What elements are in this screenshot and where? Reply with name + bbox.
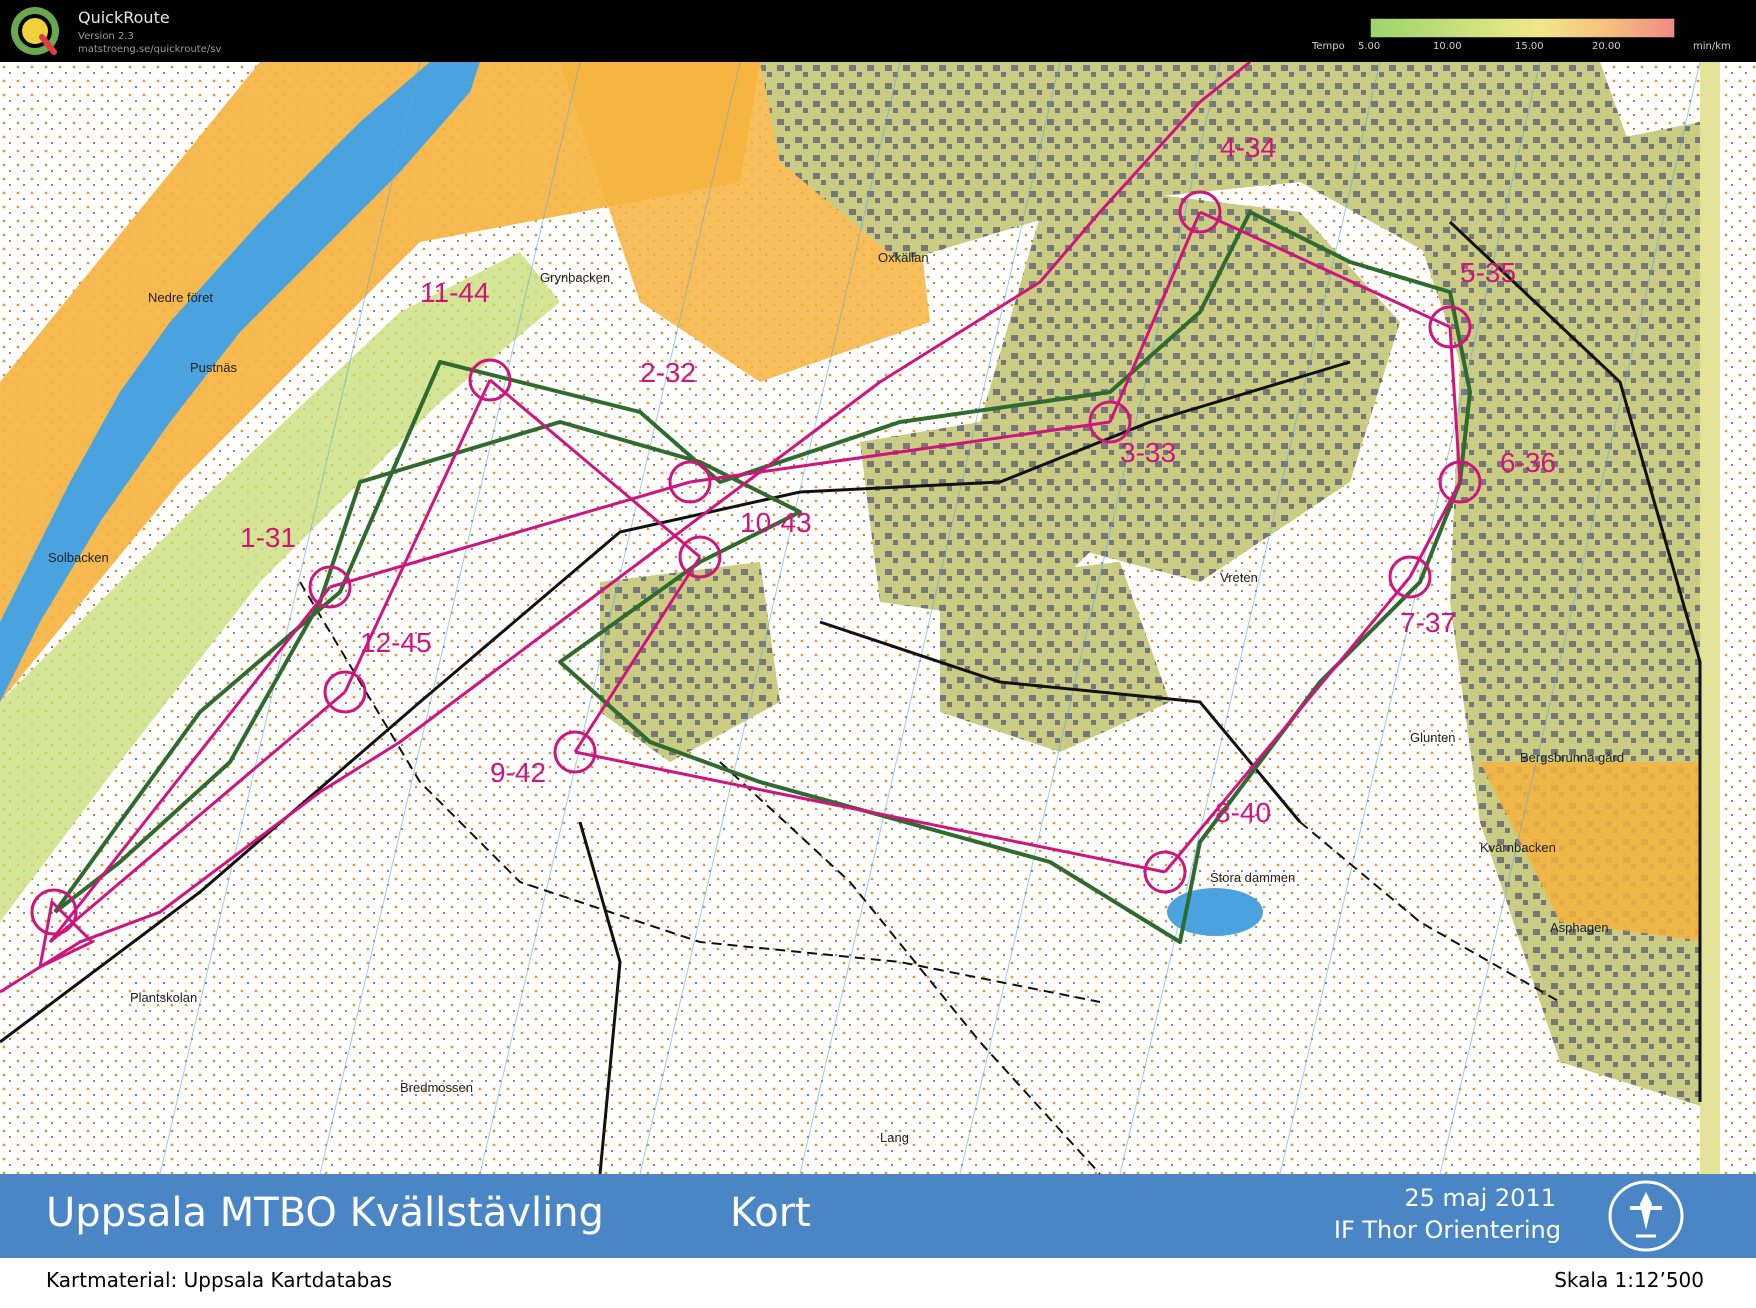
place-name: Pustnäs bbox=[190, 360, 237, 375]
organizer: IF Thor Orientering bbox=[1333, 1216, 1561, 1244]
place-name: Nedre föret bbox=[148, 290, 213, 305]
place-name: Vreten bbox=[1220, 570, 1258, 585]
control-label: 5-35 bbox=[1460, 257, 1516, 288]
place-name: Plantskolan bbox=[130, 990, 197, 1005]
app-url: matstroeng.se/quickroute/sv bbox=[78, 44, 222, 55]
tempo-color-scale bbox=[1370, 18, 1675, 38]
control-label: 12-45 bbox=[360, 627, 432, 658]
tempo-unit: min/km bbox=[1693, 41, 1731, 52]
place-name: Kvarnbacken bbox=[1480, 840, 1556, 855]
club-emblem-icon bbox=[1608, 1180, 1684, 1252]
quickroute-logo-icon bbox=[11, 7, 59, 55]
place-name: Lang bbox=[880, 1130, 909, 1145]
place-name: Glunten bbox=[1410, 730, 1456, 745]
control-label: 9-42 bbox=[490, 757, 546, 788]
control-label: 10-43 bbox=[740, 507, 812, 538]
title-banner: Uppsala MTBO Kvällstävling Kort 25 maj 2… bbox=[0, 1174, 1756, 1258]
place-name: Oxkällan bbox=[878, 250, 929, 265]
control-label: 3-33 bbox=[1120, 437, 1176, 468]
place-name: Stora dammen bbox=[1210, 870, 1295, 885]
place-name: Solbacken bbox=[48, 550, 109, 565]
control-label: 1-31 bbox=[240, 522, 296, 553]
tempo-tick: 15.00 bbox=[1515, 41, 1544, 52]
tempo-tick: 5.00 bbox=[1358, 41, 1381, 52]
app-title-bar: QuickRoute Version 2.3 matstroeng.se/qui… bbox=[0, 0, 1756, 62]
place-name: Bredmossen bbox=[400, 1080, 473, 1095]
tempo-tick: 10.00 bbox=[1433, 41, 1462, 52]
event-title: Uppsala MTBO Kvällstävling bbox=[46, 1190, 604, 1236]
event-date: 25 maj 2011 bbox=[1404, 1184, 1556, 1212]
place-name: Bergsbrunna gård bbox=[1520, 750, 1624, 765]
control-label: 2-32 bbox=[640, 357, 696, 388]
control-label: 8-40 bbox=[1215, 797, 1271, 828]
control-label: 7-37 bbox=[1400, 607, 1456, 638]
map-source: Kartmaterial: Uppsala Kartdatabas bbox=[46, 1268, 393, 1292]
tempo-tick: 20.00 bbox=[1592, 41, 1621, 52]
control-label: 6-36 bbox=[1500, 447, 1556, 478]
footer-bar: Kartmaterial: Uppsala Kartdatabas Skala … bbox=[0, 1258, 1756, 1308]
tempo-label: Tempo bbox=[1312, 41, 1345, 52]
app-version: Version 2.3 bbox=[78, 31, 134, 42]
control-label: 11-44 bbox=[420, 277, 490, 308]
course-name: Kort bbox=[730, 1190, 811, 1236]
map-scale: Skala 1:12’500 bbox=[1554, 1268, 1704, 1292]
place-name: Asphagen bbox=[1550, 920, 1609, 935]
orienteering-map[interactable]: 1-31 2-32 3-33 4-34 5-35 6-36 7-37 8-40 … bbox=[0, 62, 1756, 1174]
control-label: 4-34 bbox=[1220, 132, 1276, 163]
place-name: Grynbacken bbox=[540, 270, 610, 285]
app-name: QuickRoute bbox=[78, 8, 170, 27]
